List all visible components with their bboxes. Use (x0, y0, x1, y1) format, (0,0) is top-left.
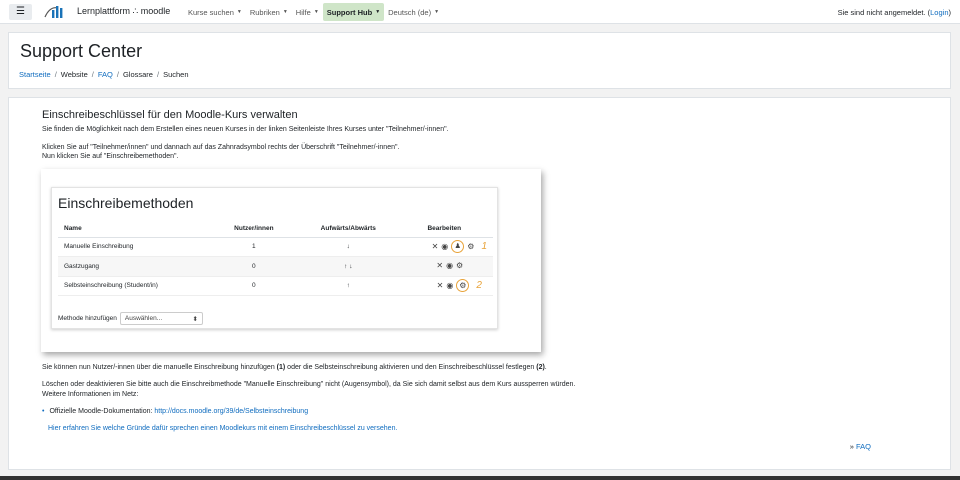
paragraph: Nun klicken Sie auf "Einschreibemethoden… (42, 153, 179, 160)
select-value: Auswählen... (124, 315, 163, 322)
table-row: Selbsteinschreibung (Student/in) 0 ↑ ✕ ◉… (58, 276, 493, 296)
ref-2: (2) (536, 364, 545, 371)
delete-icon: ✕ (436, 280, 444, 290)
hamburger-icon: ☰ (16, 6, 25, 17)
nav-label: Support Hub (326, 7, 373, 17)
nav-kurse-suchen[interactable]: Kurse suchen ▼ (184, 3, 246, 21)
column-header: Nutzer/innen (206, 221, 302, 238)
page-header: Support Center Startseite / Website / FA… (8, 32, 951, 89)
paragraph: Löschen oder deaktivieren Sie bitte auch… (42, 381, 576, 388)
embedded-screenshot: Einschreibemethoden Name Nutzer/innen Au… (41, 169, 541, 352)
moodle-logo-icon (44, 6, 63, 18)
method-name: Gastzugang (58, 256, 207, 277)
nav-hilfe[interactable]: Hilfe ▼ (292, 3, 323, 21)
breadcrumb-startseite[interactable]: Startseite (19, 70, 51, 79)
delete-icon: ✕ (436, 261, 444, 271)
breadcrumb: Startseite / Website / FAQ / Glossare / … (19, 70, 189, 79)
user-count: 1 (206, 237, 302, 257)
breadcrumb-glossare: Glossare (122, 70, 153, 79)
table-header-row: Name Nutzer/innen Aufwärts/Abwärts Bearb… (58, 221, 493, 238)
table-row: Gastzugang 0 ↑ ↓ ✕ ◉ ⚙ (58, 256, 493, 277)
paragraph: Sie können nun Nutzer/-innen über die ma… (42, 364, 547, 371)
table-row: Manuelle Einschreibung 1 ↓ ✕ ◉ ♟ ⚙ 1 (58, 237, 493, 257)
order-arrows: ↑ (301, 276, 396, 296)
more-info-link[interactable]: Hier erfahren Sie welche Gründe dafür sp… (48, 425, 397, 432)
column-header: Name (58, 221, 207, 238)
nav-rubriken[interactable]: Rubriken ▼ (246, 3, 292, 21)
login-link[interactable]: Login (930, 8, 948, 17)
breadcrumb-suchen: Suchen (163, 70, 189, 79)
nav-label: Kurse suchen (188, 7, 234, 17)
breadcrumb-separator: / (156, 70, 160, 79)
list-item: Offizielle Moodle-Dokumentation: http://… (42, 408, 308, 415)
moodle-docs-link[interactable]: http://docs.moodle.org/39/de/Selbsteinsc… (154, 408, 308, 415)
breadcrumb-website: Website (60, 70, 88, 79)
nav-label: Hilfe (295, 7, 311, 17)
enrolment-methods-panel: Einschreibemethoden Name Nutzer/innen Au… (51, 187, 498, 329)
nav-language[interactable]: Deutsch (de) ▼ (384, 3, 443, 21)
caret-down-icon: ▼ (282, 9, 288, 15)
column-header: Bearbeiten (395, 221, 493, 238)
article-heading: Einschreibeschlüssel für den Moodle-Kurs… (42, 109, 298, 121)
caret-down-icon: ▼ (434, 9, 440, 15)
method-name: Manuelle Einschreibung (58, 237, 207, 257)
page-title: Support Center (20, 41, 143, 61)
breadcrumb-separator: / (116, 70, 119, 79)
nav-support-hub[interactable]: Support Hub ▼ (322, 3, 385, 21)
row-actions: ✕ ◉ ⚙ 2 (432, 279, 487, 293)
eye-icon: ◉ (446, 261, 454, 271)
menu-toggle-button[interactable]: ☰ (9, 4, 32, 20)
panel-title: Einschreibemethoden (58, 195, 194, 211)
row-actions: ✕ ◉ ♟ ⚙ 1 (431, 240, 487, 254)
top-navbar: ☰ Lernplattform ∴ moodle Kurse suchen ▼ R… (0, 0, 960, 24)
select-arrows-icon: ⬍ (192, 315, 198, 323)
marker-number: 2 (476, 280, 482, 292)
nav-label: Deutsch (de) (388, 7, 432, 17)
breadcrumb-separator: / (54, 70, 57, 79)
row-actions: ✕ ◉ ⚙ (432, 262, 487, 270)
caret-down-icon: ▼ (375, 9, 381, 15)
caret-down-icon: ▼ (313, 9, 319, 15)
eye-icon: ◉ (441, 241, 449, 251)
breadcrumb-faq[interactable]: FAQ (98, 70, 113, 79)
order-arrows: ↓ (301, 237, 396, 257)
paragraph: Hier erfahren Sie welche Gründe dafür sp… (48, 425, 397, 432)
gear-icon: ⚙ (467, 241, 475, 251)
add-method-label: Methode hinzufügen (58, 315, 117, 322)
breadcrumb-separator: / (91, 70, 94, 79)
eye-icon: ◉ (446, 280, 454, 290)
enrol-users-icon: ♟ (451, 240, 465, 254)
faq-link[interactable]: FAQ (856, 442, 871, 451)
add-method-row: Methode hinzufügen Auswählen... ⬍ (58, 312, 203, 325)
gear-icon: ⚙ (456, 261, 464, 271)
login-status: Sie sind nicht angemeldet. (Login) (838, 8, 951, 17)
delete-icon: ✕ (431, 241, 439, 251)
enrolment-methods-table: Name Nutzer/innen Aufwärts/Abwärts Bearb… (58, 221, 493, 296)
user-count: 0 (206, 276, 302, 296)
text: Offizielle Moodle-Dokumentation: (49, 408, 155, 415)
caret-down-icon: ▼ (236, 9, 242, 15)
text: . (544, 364, 547, 371)
text: oder die Selbsteinschreibung aktivieren … (285, 364, 537, 371)
site-brand[interactable]: Lernplattform ∴ moodle (77, 6, 170, 17)
user-count: 0 (206, 256, 302, 277)
login-suffix: ) (948, 8, 952, 17)
marker-number: 1 (481, 241, 487, 253)
column-header: Aufwärts/Abwärts (301, 221, 396, 238)
ref-1: (1) (276, 364, 286, 371)
gear-icon: ⚙ (456, 279, 470, 293)
paragraph: Klicken Sie auf "Teilnehmer/innen" und d… (42, 144, 400, 151)
text: Sie können nun Nutzer/-innen über die ma… (42, 364, 277, 371)
paragraph: Sie finden die Möglichkeit nach dem Erst… (42, 126, 449, 133)
bottom-bar (0, 476, 960, 480)
order-arrows: ↑ ↓ (301, 256, 396, 277)
nav-label: Rubriken (249, 7, 280, 17)
links-list: Offizielle Moodle-Dokumentation: http://… (42, 408, 308, 415)
faq-footer-link: » FAQ (850, 442, 871, 451)
method-name: Selbsteinschreibung (Student/in) (58, 276, 207, 296)
method-select: Auswählen... ⬍ (119, 312, 203, 325)
paragraph: Weitere Informationen im Netz: (42, 391, 139, 398)
login-prefix: Sie sind nicht angemeldet. ( (837, 8, 931, 17)
